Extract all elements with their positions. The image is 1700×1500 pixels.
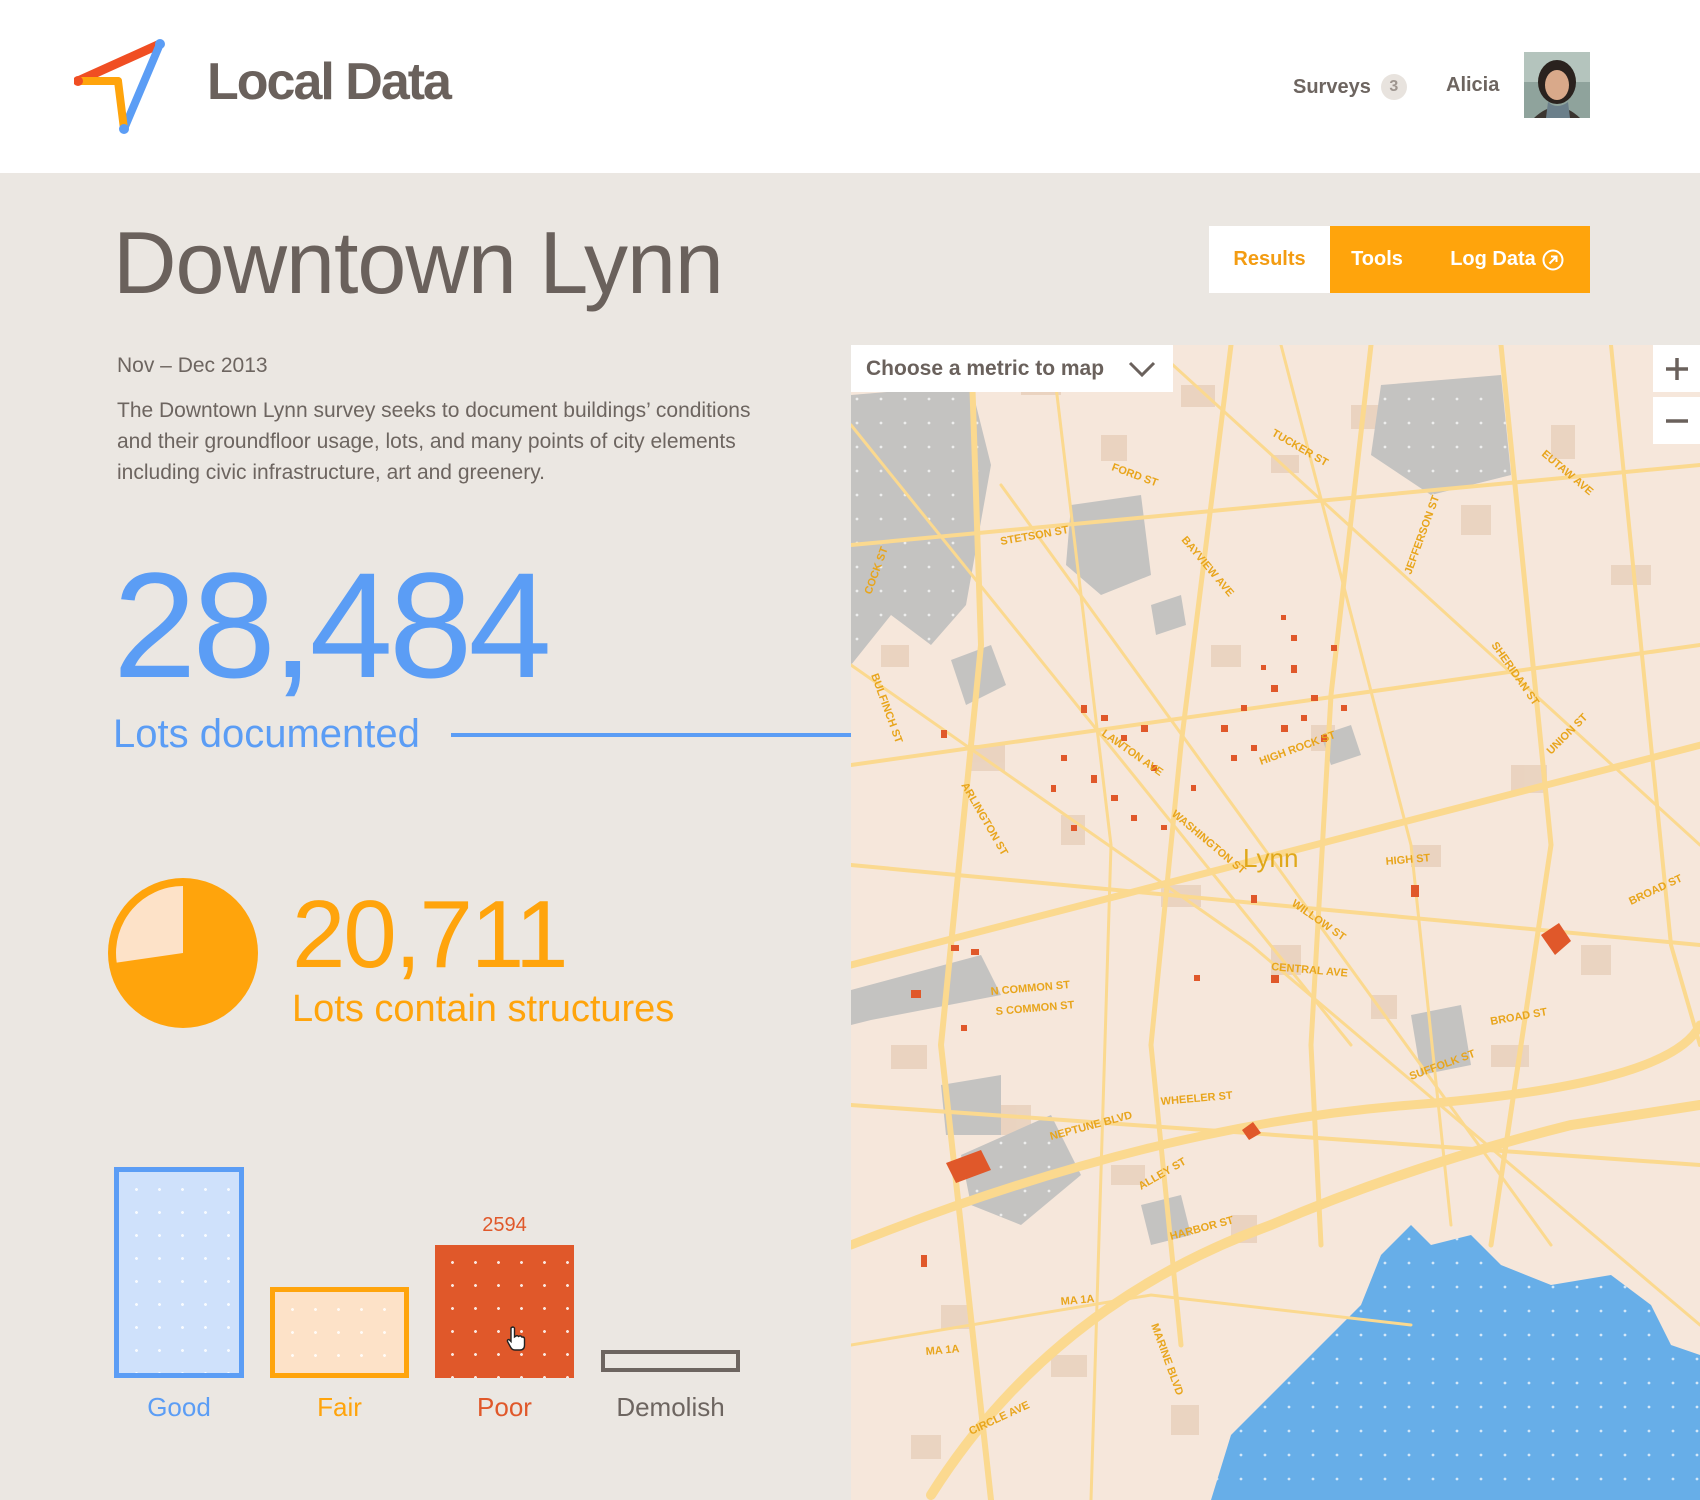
bar-demolish-label: Demolish [616,1392,725,1422]
surveys-link[interactable]: Surveys 3 [1293,74,1407,100]
surveys-count-badge: 3 [1380,74,1407,100]
bar-fair[interactable] [270,1287,409,1378]
view-tabs: Results Tools Log Data [1209,226,1590,293]
hand-cursor-icon [506,1326,526,1351]
bar-poor[interactable] [435,1245,574,1378]
bar-good[interactable] [114,1167,244,1378]
external-link-icon [1542,249,1564,270]
tab-results[interactable]: Results [1209,226,1330,293]
bar-poor-label: Poor [477,1392,532,1422]
user-name[interactable]: Alicia [1446,74,1499,97]
map-city-label: Lynn [1243,843,1299,873]
avatar[interactable] [1524,52,1590,118]
minus-icon [1665,418,1688,423]
map-tiles: STETSON ST FORD ST BAYVIEW AVE TUCKER ST… [851,345,1700,1500]
surveys-label: Surveys [1293,75,1371,98]
survey-map[interactable]: STETSON ST FORD ST BAYVIEW AVE TUCKER ST… [851,345,1700,1500]
tab-log-data-label: Log Data [1450,248,1536,270]
metric-select-label: Choose a metric to map [866,356,1105,380]
bar-poor-value: 2594 [482,1214,527,1236]
zoom-out-button[interactable] [1653,397,1700,444]
bar-good-label: Good [147,1392,211,1422]
zoom-in-button[interactable] [1653,345,1700,392]
bar-demolish[interactable] [601,1350,740,1372]
bar-fair-label: Fair [317,1392,362,1422]
tab-log-data[interactable]: Log Data [1424,226,1590,293]
chevron-down-icon [1128,361,1156,377]
tab-tools[interactable]: Tools [1330,226,1424,293]
avatar-photo-icon [1524,52,1590,118]
metric-select[interactable]: Choose a metric to map [851,345,1173,392]
plus-icon [1665,357,1688,380]
condition-bar-chart: 2594 Good Fair Poor Demolish [0,0,760,1500]
